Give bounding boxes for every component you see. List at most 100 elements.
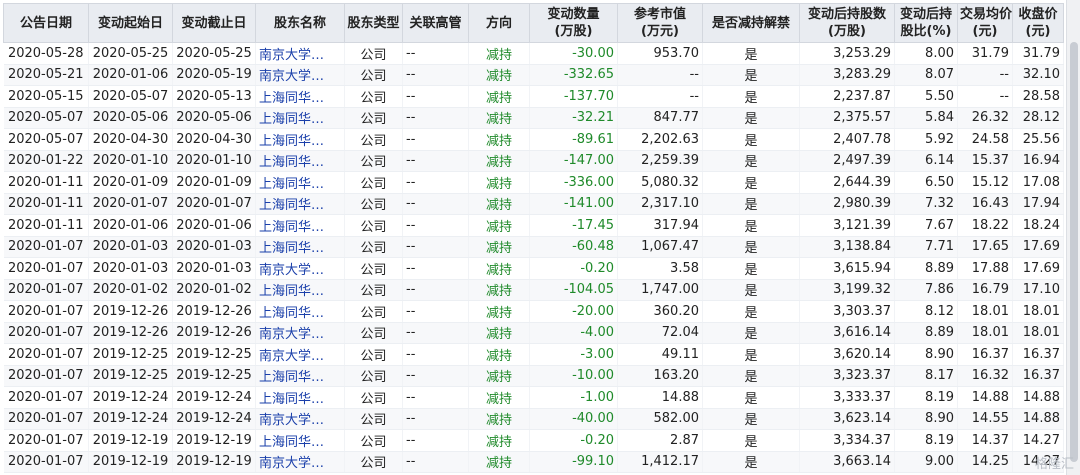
holder-name-link[interactable]: 南京大学… xyxy=(255,42,345,65)
col-unlock-flag-cell: 是 xyxy=(702,42,800,65)
header-label: 交易均价 xyxy=(960,7,1013,22)
holder-name-link[interactable]: 上海同华… xyxy=(255,365,345,387)
table-row[interactable]: 2020-01-07 2019-12-25 2019-12-25 南京大学… 公司 -- 减… xyxy=(3,343,1064,366)
col-ratio-after-cell: 8.00 xyxy=(894,42,958,65)
col-holder-type-header[interactable]: 股东类型 xyxy=(344,3,403,43)
holder-name-link[interactable]: 南京大学… xyxy=(255,343,345,366)
col-close-price-cell: 16.94 xyxy=(1012,150,1064,172)
col-change-qty-cell: -137.70 xyxy=(529,85,618,108)
col-close-price-header[interactable]: 收盘价 (元) xyxy=(1012,3,1064,43)
col-change-qty-cell: -60.48 xyxy=(529,236,618,258)
col-avg-price-header[interactable]: 交易均价 (元) xyxy=(957,3,1013,43)
col-holder-type-cell: 公司 xyxy=(344,343,403,366)
table-row[interactable]: 2020-01-07 2019-12-26 2019-12-26 南京大学… 公司 -- 减… xyxy=(3,322,1064,344)
col-change-qty-cell: -3.00 xyxy=(529,343,618,366)
holder-name-link[interactable]: 上海同华… xyxy=(255,429,345,452)
col-announce-date-cell: 2020-01-07 xyxy=(3,300,89,323)
holder-name-link[interactable]: 南京大学… xyxy=(255,451,345,473)
col-unlock-flag-header[interactable]: 是否减持解禁 xyxy=(702,3,800,43)
header-label: 变动后持股数 xyxy=(807,7,886,22)
holder-name-link[interactable]: 南京大学… xyxy=(255,408,345,430)
holder-name-link[interactable]: 上海同华… xyxy=(255,107,345,129)
col-unlock-flag-cell: 是 xyxy=(702,107,800,129)
col-end-date-cell: 2020-01-09 xyxy=(172,171,256,194)
col-direction-cell: 减持 xyxy=(468,300,530,323)
col-start-date-cell: 2019-12-26 xyxy=(88,322,173,344)
holder-name-link[interactable]: 上海同华… xyxy=(255,214,345,237)
table-row[interactable]: 2020-01-07 2019-12-19 2019-12-19 南京大学… 公司 -- 减… xyxy=(3,451,1064,473)
holder-name-link[interactable]: 上海同华… xyxy=(255,128,345,151)
table-row[interactable]: 2020-05-28 2020-05-25 2020-05-25 南京大学… 公司 -- 减… xyxy=(3,42,1064,65)
col-market-value-cell: 953.70 xyxy=(617,42,703,65)
scrollbar-thumb[interactable] xyxy=(1070,42,1078,462)
col-start-date-cell: 2020-01-06 xyxy=(88,214,173,237)
holder-name-link[interactable]: 上海同华… xyxy=(255,236,345,258)
col-related-exec-cell: -- xyxy=(402,408,469,430)
col-announce-date-cell: 2020-05-07 xyxy=(3,107,89,129)
col-market-value-cell: 163.20 xyxy=(617,365,703,387)
col-market-value-cell: 317.94 xyxy=(617,214,703,237)
col-close-price-cell: 14.88 xyxy=(1012,408,1064,430)
col-related-exec-header[interactable]: 关联高管 xyxy=(402,3,469,43)
col-start-date-cell: 2019-12-24 xyxy=(88,408,173,430)
table-row[interactable]: 2020-01-22 2020-01-10 2020-01-10 上海同华… 公司 -- 减… xyxy=(3,150,1064,172)
col-direction-cell: 减持 xyxy=(468,451,530,473)
vertical-scrollbar[interactable] xyxy=(1066,0,1080,475)
col-close-price-cell: 32.10 xyxy=(1012,64,1064,86)
col-related-exec-cell: -- xyxy=(402,429,469,452)
table-row[interactable]: 2020-01-11 2020-01-07 2020-01-07 上海同华… 公司 -- 减… xyxy=(3,193,1064,215)
table-row[interactable]: 2020-05-07 2020-05-06 2020-05-06 上海同华… 公司 -- 减… xyxy=(3,107,1064,129)
col-close-price-cell: 18.24 xyxy=(1012,214,1064,237)
col-holder-name-header[interactable]: 股东名称 xyxy=(255,3,345,43)
table-row[interactable]: 2020-01-11 2020-01-06 2020-01-06 上海同华… 公司 -- 减… xyxy=(3,214,1064,237)
col-related-exec-cell: -- xyxy=(402,64,469,86)
col-related-exec-cell: -- xyxy=(402,300,469,323)
col-change-qty-cell: -32.21 xyxy=(529,107,618,129)
table-row[interactable]: 2020-05-21 2020-01-06 2020-05-19 南京大学… 公司 -- 减… xyxy=(3,64,1064,86)
table-row[interactable]: 2020-01-07 2019-12-24 2019-12-24 上海同华… 公司 -- 减… xyxy=(3,386,1064,409)
table-row[interactable]: 2020-05-15 2020-05-07 2020-05-13 上海同华… 公司 -- 减… xyxy=(3,85,1064,108)
table-row[interactable]: 2020-05-07 2020-04-30 2020-04-30 上海同华… 公司 -- 减… xyxy=(3,128,1064,151)
header-label: 股东名称 xyxy=(273,15,326,31)
col-announce-date-header[interactable]: 公告日期 xyxy=(3,3,89,43)
col-direction-header[interactable]: 方向 xyxy=(468,3,530,43)
table-row[interactable]: 2020-01-07 2020-01-03 2020-01-03 南京大学… 公司 -- 减… xyxy=(3,257,1064,280)
col-unlock-flag-cell: 是 xyxy=(702,365,800,387)
table-row[interactable]: 2020-01-07 2019-12-19 2019-12-19 上海同华… 公司 -- 减… xyxy=(3,429,1064,452)
table-row[interactable]: 2020-01-07 2019-12-26 2019-12-26 上海同华… 公司 -- 减… xyxy=(3,300,1064,323)
table-row[interactable]: 2020-01-07 2020-01-03 2020-01-03 上海同华… 公司 -- 减… xyxy=(3,236,1064,258)
table-row[interactable]: 2020-01-07 2019-12-24 2019-12-24 南京大学… 公司 -- 减… xyxy=(3,408,1064,430)
table-row[interactable]: 2020-01-07 2020-01-02 2020-01-02 上海同华… 公司 -- 减… xyxy=(3,279,1064,301)
col-ratio-after-cell: 5.84 xyxy=(894,107,958,129)
col-ratio-after-header[interactable]: 变动后持 股比(%) xyxy=(894,3,958,43)
holder-name-link[interactable]: 上海同华… xyxy=(255,193,345,215)
col-market-value-header[interactable]: 参考市值 (万元) xyxy=(617,3,703,43)
col-change-qty-cell: -104.05 xyxy=(529,279,618,301)
col-holdings-after-cell: 3,253.29 xyxy=(799,42,895,65)
col-avg-price-cell: 24.58 xyxy=(957,128,1013,151)
holder-name-link[interactable]: 上海同华… xyxy=(255,386,345,409)
header-label: 变动截止日 xyxy=(181,15,247,31)
holder-name-link[interactable]: 上海同华… xyxy=(255,300,345,323)
holder-name-link[interactable]: 南京大学… xyxy=(255,257,345,280)
col-ratio-after-cell: 7.71 xyxy=(894,236,958,258)
col-direction-cell: 减持 xyxy=(468,128,530,151)
col-avg-price-cell: 17.88 xyxy=(957,257,1013,280)
holder-name-link[interactable]: 南京大学… xyxy=(255,64,345,86)
col-end-date-cell: 2019-12-24 xyxy=(172,408,256,430)
table-row[interactable]: 2020-01-11 2020-01-09 2020-01-09 上海同华… 公司 -- 减… xyxy=(3,171,1064,194)
col-change-qty-cell: -332.65 xyxy=(529,64,618,86)
holder-name-link[interactable]: 上海同华… xyxy=(255,279,345,301)
holder-name-link[interactable]: 上海同华… xyxy=(255,150,345,172)
holder-name-link[interactable]: 上海同华… xyxy=(255,85,345,108)
table-row[interactable]: 2020-01-07 2019-12-25 2019-12-25 上海同华… 公司 -- 减… xyxy=(3,365,1064,387)
col-end-date-header[interactable]: 变动截止日 xyxy=(172,3,256,43)
col-start-date-cell: 2020-01-03 xyxy=(88,236,173,258)
col-holdings-after-header[interactable]: 变动后持股数 (万股) xyxy=(799,3,895,43)
col-start-date-cell: 2019-12-19 xyxy=(88,451,173,473)
col-end-date-cell: 2019-12-24 xyxy=(172,386,256,409)
col-start-date-header[interactable]: 变动起始日 xyxy=(88,3,173,43)
holder-name-link[interactable]: 南京大学… xyxy=(255,322,345,344)
col-change-qty-header[interactable]: 变动数量 (万股) xyxy=(529,3,618,43)
holder-name-link[interactable]: 上海同华… xyxy=(255,171,345,194)
